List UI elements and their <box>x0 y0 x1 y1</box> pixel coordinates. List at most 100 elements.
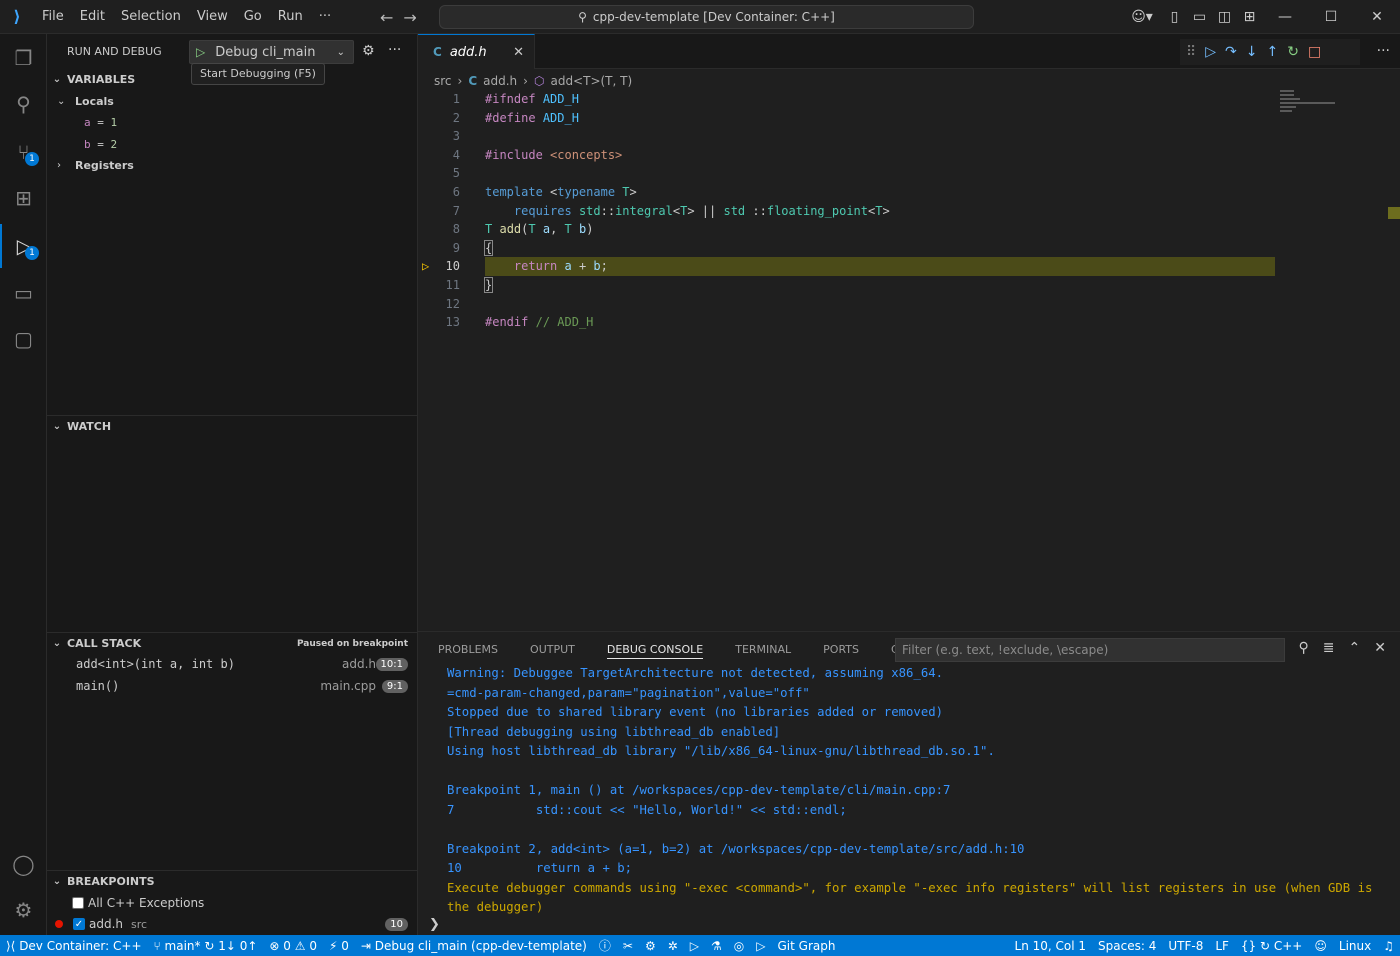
exceptions-checkbox[interactable] <box>72 897 84 909</box>
stack-frame[interactable]: add<int>(int a, int b) add.h 10:1 <box>47 653 418 675</box>
menu-run[interactable]: Run <box>270 0 311 34</box>
encoding[interactable]: UTF-8 <box>1162 939 1209 953</box>
settings-icon[interactable]: ⚙ <box>639 939 662 953</box>
locals-scope[interactable]: ⌄ Locals <box>47 90 418 112</box>
tab-output[interactable]: OUTPUT <box>510 632 587 667</box>
menu-view[interactable]: View <box>189 0 236 34</box>
notifications-bell-icon[interactable]: ♫ <box>1377 939 1400 953</box>
restart-icon[interactable]: ↻ <box>1287 44 1299 60</box>
problems-indicator[interactable]: ⊗ 0 ⚠ 0 <box>263 939 323 953</box>
console-input[interactable]: ❯ <box>429 915 1399 935</box>
remote-indicator[interactable]: ⟩⟨ Dev Container: C++ <box>0 939 148 953</box>
menu-selection[interactable]: Selection <box>113 0 189 34</box>
extensions-icon[interactable]: ⊞ <box>0 176 47 220</box>
target-icon[interactable]: ◎ <box>728 939 750 953</box>
remote-explorer-icon[interactable]: ▭ <box>0 271 47 315</box>
info-icon[interactable]: ⓘ <box>593 937 617 954</box>
step-into-icon[interactable]: ↓ <box>1246 44 1258 60</box>
registers-scope[interactable]: › Registers <box>47 154 418 176</box>
tab-terminal[interactable]: TERMINAL <box>715 632 803 667</box>
code-line[interactable]: 11} <box>418 276 1318 295</box>
menu-go[interactable]: Go <box>236 0 270 34</box>
toggle-panel-icon[interactable]: ▭ <box>1187 9 1212 25</box>
step-out-icon[interactable]: ↑ <box>1267 44 1279 60</box>
copilot-status-icon[interactable]: ☺ <box>1308 939 1333 953</box>
more-actions-icon[interactable]: ··· <box>1377 43 1390 59</box>
code-line[interactable]: 1 #ifndef ADD_H <box>418 90 1318 109</box>
code-line[interactable]: 13 #endif // ADD_H <box>418 313 1318 332</box>
debug-session-indicator[interactable]: ⇥ Debug cli_main (cpp-dev-template) <box>355 939 593 953</box>
breakpoint-item[interactable]: ✓ add.h src 10 <box>47 913 418 935</box>
console-filter-input[interactable]: Filter (e.g. text, !exclude, \escape) <box>895 638 1285 662</box>
maximize-panel-icon[interactable]: ⌃ <box>1349 640 1361 656</box>
maximize-button[interactable]: ☐ <box>1308 9 1354 25</box>
command-center[interactable]: ⚲ cpp-dev-template [Dev Container: C++] <box>439 5 974 29</box>
flask-icon[interactable]: ⚗ <box>705 939 728 953</box>
breadcrumb-file[interactable]: add.h <box>483 74 517 88</box>
run-icon[interactable]: ▷ <box>684 939 705 953</box>
breakpoints-section-header[interactable]: ⌄ BREAKPOINTS <box>47 870 418 892</box>
menu-file[interactable]: File <box>34 0 72 34</box>
back-arrow-icon[interactable]: ← <box>380 8 393 27</box>
breadcrumb-folder[interactable]: src <box>434 74 452 88</box>
editor-tab-add-h[interactable]: C add.h ✕ <box>418 34 535 69</box>
manage-gear-icon[interactable]: ⚙ <box>0 888 47 932</box>
code-line[interactable]: 8 T add(T a, T b) <box>418 220 1318 239</box>
breadcrumb-symbol[interactable]: add<T>(T, T) <box>550 74 632 88</box>
ports-indicator[interactable]: ⚡ 0 <box>323 939 355 953</box>
git-graph-button[interactable]: Git Graph <box>772 939 842 953</box>
stop-icon[interactable]: □ <box>1308 44 1321 60</box>
os-indicator[interactable]: Linux <box>1333 939 1377 953</box>
menu-more[interactable]: ··· <box>311 0 339 34</box>
call-stack-section-header[interactable]: ⌄ CALL STACK Paused on breakpoint <box>47 632 418 654</box>
step-over-icon[interactable]: ↷ <box>1225 44 1237 60</box>
code-line[interactable]: 7 requires std::integral<T> || std ::flo… <box>418 202 1318 221</box>
watch-section-header[interactable]: ⌄ WATCH <box>47 415 418 437</box>
gear-icon[interactable]: ⚙ <box>362 43 375 59</box>
explorer-icon[interactable]: ❐ <box>0 36 47 80</box>
close-icon[interactable]: ✕ <box>513 45 524 60</box>
drag-handle-icon[interactable]: ⠿ <box>1186 44 1196 60</box>
variable-b[interactable]: b = 2 <box>47 133 418 155</box>
accounts-icon[interactable]: ◯ <box>0 842 47 886</box>
minimap[interactable] <box>1280 90 1340 130</box>
debug-config-select[interactable]: ▷ Debug cli_main ⌄ <box>189 40 354 64</box>
comments-icon[interactable]: ▢ <box>0 317 47 361</box>
tab-ports[interactable]: PORTS <box>803 632 871 667</box>
source-control-icon[interactable]: ⑂ 1 <box>0 130 47 174</box>
bug-icon[interactable]: ✲ <box>662 939 684 953</box>
launch-icon[interactable]: ▷ <box>750 939 771 953</box>
tools-icon[interactable]: ✂ <box>617 939 639 953</box>
stack-frame[interactable]: main() main.cpp 9:1 <box>47 675 418 697</box>
end-of-line[interactable]: LF <box>1209 939 1235 953</box>
copilot-icon[interactable]: ☺▾ <box>1122 9 1162 25</box>
clear-console-icon[interactable]: ≣ <box>1323 640 1335 656</box>
breakpoint-exceptions[interactable]: All C++ Exceptions <box>47 892 418 914</box>
indentation[interactable]: Spaces: 4 <box>1092 939 1162 953</box>
toggle-sidebar-icon[interactable]: ▯ <box>1162 9 1187 25</box>
toggle-secondary-sidebar-icon[interactable]: ◫ <box>1212 9 1237 25</box>
minimize-button[interactable]: — <box>1262 9 1308 25</box>
code-line[interactable]: 2 #define ADD_H <box>418 109 1318 128</box>
tab-debug-console[interactable]: DEBUG CONSOLE <box>587 632 715 667</box>
customize-layout-icon[interactable]: ⊞ <box>1237 9 1262 25</box>
run-debug-icon[interactable]: ▷ 1 <box>0 224 47 268</box>
cursor-position[interactable]: Ln 10, Col 1 <box>1009 939 1093 953</box>
continue-icon[interactable]: ▷ <box>1205 44 1216 60</box>
code-line-current[interactable]: ▷ 10 return a + b; <box>418 257 1318 276</box>
forward-arrow-icon[interactable]: → <box>403 8 416 27</box>
search-view-icon[interactable]: ⚲ <box>0 82 47 126</box>
search-icon[interactable]: ⚲ <box>1299 640 1309 656</box>
menu-edit[interactable]: Edit <box>72 0 113 34</box>
code-line[interactable]: 5 <box>418 164 1318 183</box>
code-line[interactable]: 6 template <typename T> <box>418 183 1318 202</box>
code-line[interactable]: 9{ <box>418 239 1318 258</box>
variable-a[interactable]: a = 1 <box>47 111 418 133</box>
language-mode[interactable]: {} ↻ C++ <box>1235 939 1308 953</box>
start-debugging-icon[interactable]: ▷ <box>196 45 205 59</box>
close-panel-icon[interactable]: ✕ <box>1374 640 1386 656</box>
tab-problems[interactable]: PROBLEMS <box>418 632 510 667</box>
git-branch[interactable]: ⑂ main* ↻ 1↓ 0↑ <box>148 939 264 953</box>
code-line[interactable]: 4 #include <concepts> <box>418 146 1318 165</box>
more-actions-icon[interactable]: ··· <box>388 42 401 58</box>
